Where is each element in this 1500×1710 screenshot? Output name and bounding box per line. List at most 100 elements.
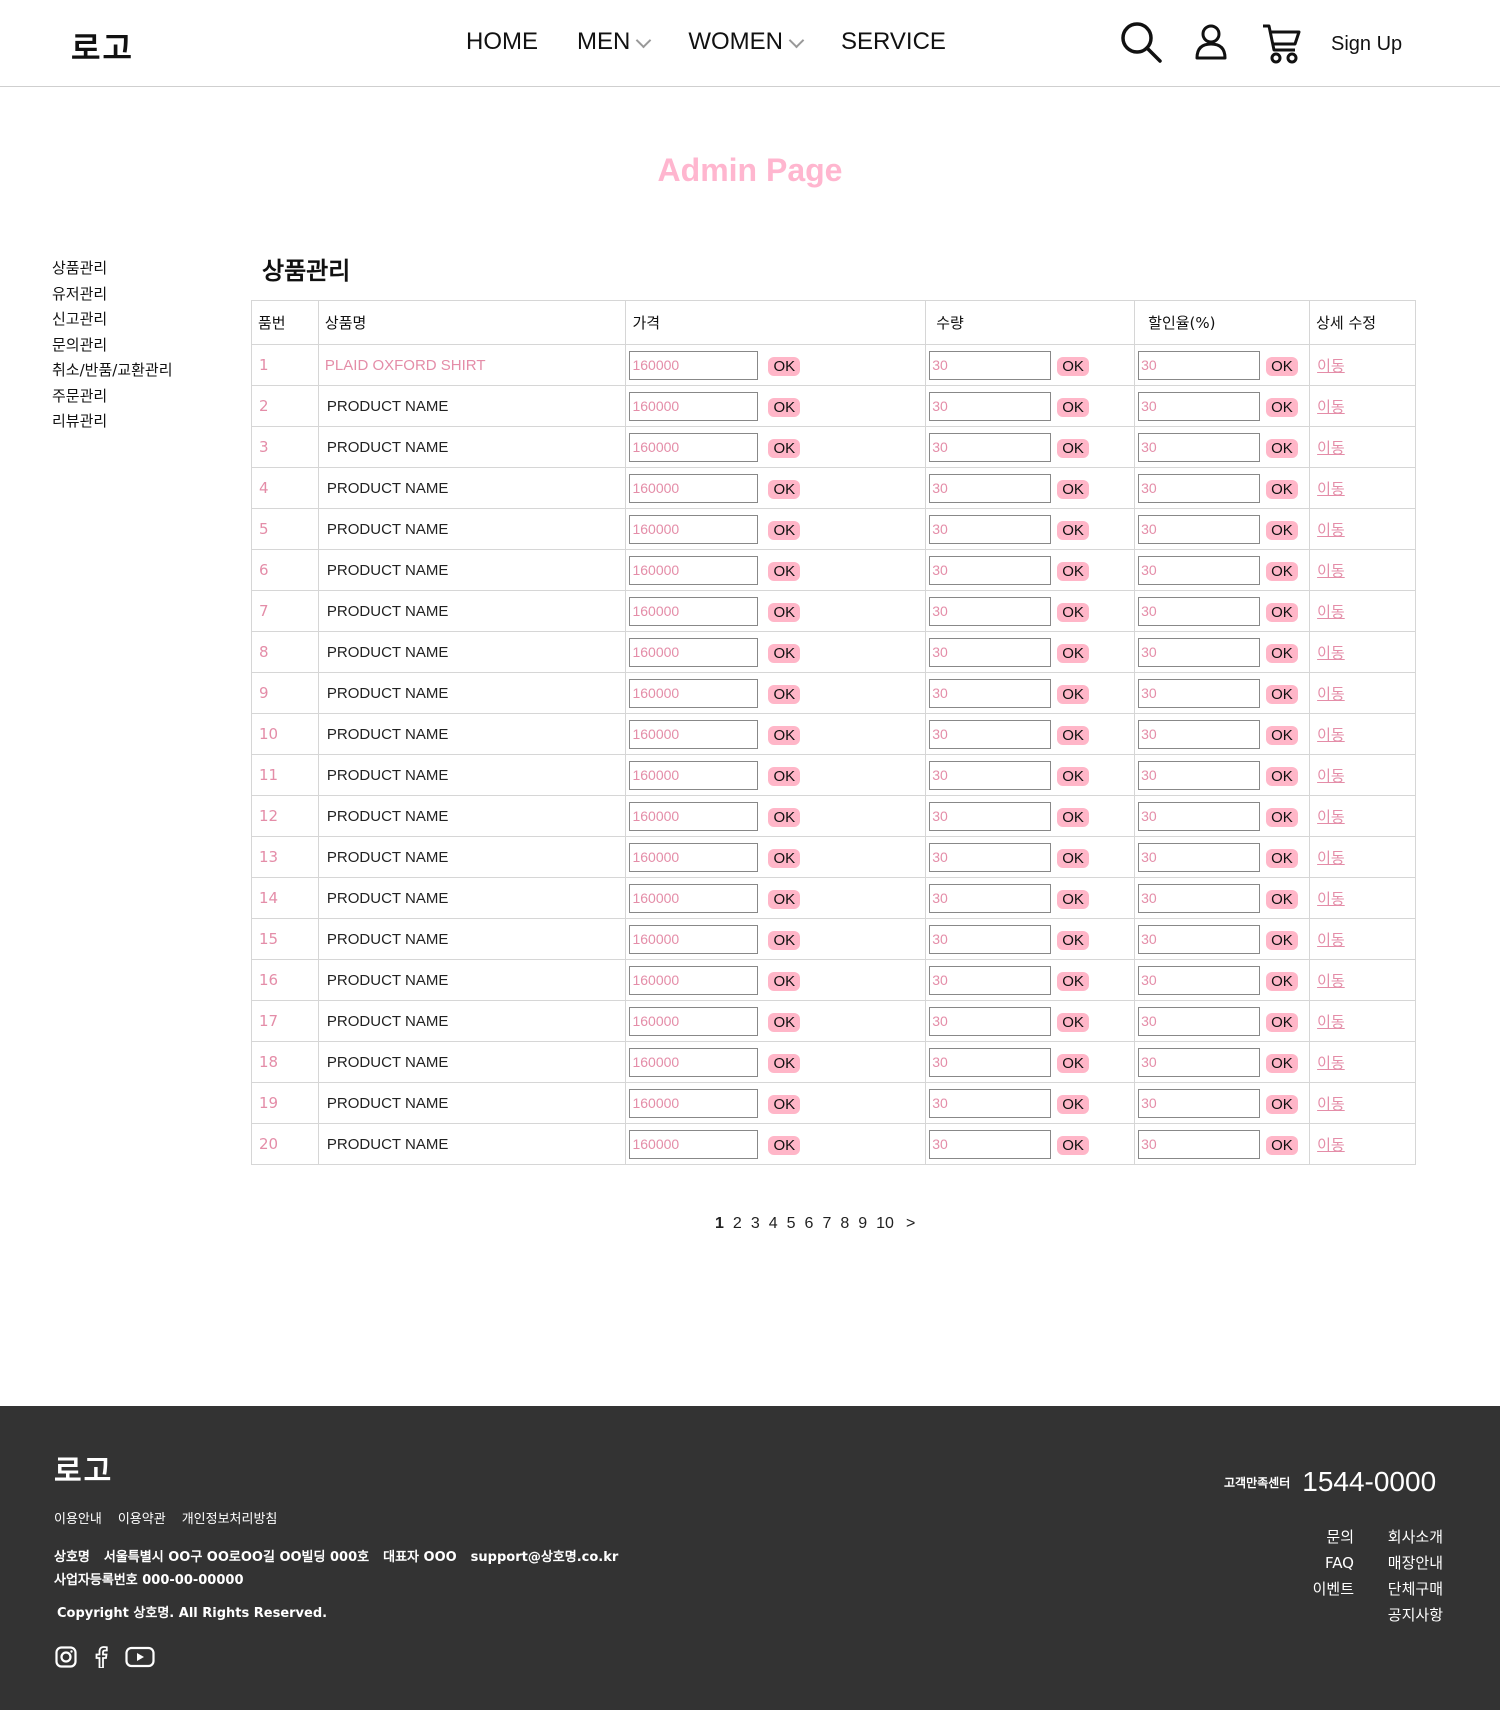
quantity-input[interactable] (929, 883, 1052, 913)
quantity-ok-button[interactable]: OK (1057, 480, 1089, 499)
discount-input[interactable] (1138, 637, 1261, 667)
discount-input[interactable] (1138, 1006, 1261, 1036)
discount-ok-button[interactable]: OK (1266, 439, 1298, 458)
page-link[interactable]: 8 (840, 1215, 849, 1233)
quantity-ok-button[interactable]: OK (1057, 1013, 1089, 1032)
discount-input[interactable] (1138, 924, 1261, 954)
nav-service[interactable]: SERVICE (841, 28, 946, 56)
discount-input[interactable] (1138, 596, 1261, 626)
discount-input[interactable] (1138, 965, 1261, 995)
discount-input[interactable] (1138, 1088, 1261, 1118)
quantity-input[interactable] (929, 473, 1052, 503)
footer-menu-notice[interactable]: 공지사항 (1388, 1602, 1443, 1628)
discount-ok-button[interactable]: OK (1266, 972, 1298, 991)
discount-ok-button[interactable]: OK (1266, 1136, 1298, 1155)
footer-menu-inquiry[interactable]: 문의 (1313, 1524, 1354, 1550)
discount-ok-button[interactable]: OK (1266, 603, 1298, 622)
price-ok-button[interactable]: OK (768, 849, 801, 868)
page-link[interactable]: 9 (858, 1215, 867, 1233)
signup-link[interactable]: Sign Up (1331, 33, 1402, 56)
price-input[interactable] (629, 596, 759, 626)
price-ok-button[interactable]: OK (768, 1136, 801, 1155)
sidebar-item-report[interactable]: 신고관리 (52, 307, 173, 333)
footer-link-guide[interactable]: 이용안내 (54, 1508, 102, 1527)
instagram-icon[interactable] (55, 1646, 77, 1672)
detail-edit-link[interactable]: 이동 (1310, 480, 1345, 498)
discount-ok-button[interactable]: OK (1266, 1013, 1298, 1032)
page-link[interactable]: 1 (715, 1215, 724, 1233)
footer-link-privacy[interactable]: 개인정보처리방침 (182, 1508, 278, 1527)
facebook-icon[interactable] (93, 1646, 109, 1672)
quantity-input[interactable] (929, 1047, 1052, 1077)
detail-edit-link[interactable]: 이동 (1310, 931, 1345, 949)
page-link[interactable]: 10 (876, 1215, 894, 1233)
quantity-input[interactable] (929, 432, 1052, 462)
quantity-ok-button[interactable]: OK (1057, 808, 1089, 827)
sidebar-item-review[interactable]: 리뷰관리 (52, 409, 173, 435)
site-logo[interactable]: 로고 (71, 23, 134, 69)
price-input[interactable] (629, 350, 759, 380)
quantity-ok-button[interactable]: OK (1057, 849, 1089, 868)
discount-input[interactable] (1138, 719, 1261, 749)
detail-edit-link[interactable]: 이동 (1310, 603, 1345, 621)
price-input[interactable] (629, 637, 759, 667)
discount-ok-button[interactable]: OK (1266, 398, 1298, 417)
detail-edit-link[interactable]: 이동 (1310, 562, 1345, 580)
user-icon[interactable] (1189, 20, 1237, 68)
price-ok-button[interactable]: OK (768, 931, 801, 950)
quantity-ok-button[interactable]: OK (1057, 931, 1089, 950)
sidebar-item-user[interactable]: 유저관리 (52, 282, 173, 308)
quantity-input[interactable] (929, 391, 1052, 421)
price-ok-button[interactable]: OK (768, 357, 801, 376)
quantity-input[interactable] (929, 842, 1052, 872)
quantity-input[interactable] (929, 1088, 1052, 1118)
price-ok-button[interactable]: OK (768, 808, 801, 827)
quantity-input[interactable] (929, 678, 1052, 708)
quantity-ok-button[interactable]: OK (1057, 439, 1089, 458)
discount-input[interactable] (1138, 350, 1261, 380)
footer-menu-event[interactable]: 이벤트 (1313, 1576, 1354, 1602)
price-ok-button[interactable]: OK (768, 603, 801, 622)
footer-menu-bulk[interactable]: 단체구매 (1388, 1576, 1443, 1602)
quantity-input[interactable] (929, 350, 1052, 380)
price-input[interactable] (629, 965, 759, 995)
detail-edit-link[interactable]: 이동 (1310, 644, 1345, 662)
price-input[interactable] (629, 719, 759, 749)
price-ok-button[interactable]: OK (768, 1054, 801, 1073)
quantity-ok-button[interactable]: OK (1057, 726, 1089, 745)
quantity-input[interactable] (929, 801, 1052, 831)
discount-input[interactable] (1138, 842, 1261, 872)
quantity-ok-button[interactable]: OK (1057, 685, 1089, 704)
price-input[interactable] (629, 473, 759, 503)
sidebar-item-product[interactable]: 상품관리 (52, 256, 173, 282)
page-link[interactable]: 5 (787, 1215, 796, 1233)
footer-logo[interactable]: 로고 (54, 1446, 113, 1490)
price-ok-button[interactable]: OK (768, 439, 801, 458)
discount-ok-button[interactable]: OK (1266, 480, 1298, 499)
detail-edit-link[interactable]: 이동 (1310, 1095, 1345, 1113)
price-ok-button[interactable]: OK (768, 972, 801, 991)
quantity-ok-button[interactable]: OK (1057, 972, 1089, 991)
cart-icon[interactable] (1259, 20, 1307, 68)
sidebar-item-order[interactable]: 주문관리 (52, 384, 173, 410)
footer-menu-stores[interactable]: 매장안내 (1388, 1550, 1443, 1576)
quantity-input[interactable] (929, 719, 1052, 749)
detail-edit-link[interactable]: 이동 (1310, 767, 1345, 785)
quantity-input[interactable] (929, 965, 1052, 995)
quantity-ok-button[interactable]: OK (1057, 603, 1089, 622)
page-link[interactable]: 4 (769, 1215, 778, 1233)
nav-women[interactable]: WOMEN (688, 28, 805, 56)
discount-ok-button[interactable]: OK (1266, 726, 1298, 745)
quantity-ok-button[interactable]: OK (1057, 1136, 1089, 1155)
detail-edit-link[interactable]: 이동 (1310, 685, 1345, 703)
discount-ok-button[interactable]: OK (1266, 357, 1298, 376)
footer-menu-faq[interactable]: FAQ (1313, 1550, 1354, 1576)
quantity-ok-button[interactable]: OK (1057, 398, 1089, 417)
nav-men[interactable]: MEN (577, 28, 652, 56)
discount-input[interactable] (1138, 473, 1261, 503)
price-input[interactable] (629, 1129, 759, 1159)
discount-ok-button[interactable]: OK (1266, 767, 1298, 786)
quantity-input[interactable] (929, 1129, 1052, 1159)
discount-input[interactable] (1138, 1129, 1261, 1159)
quantity-input[interactable] (929, 924, 1052, 954)
